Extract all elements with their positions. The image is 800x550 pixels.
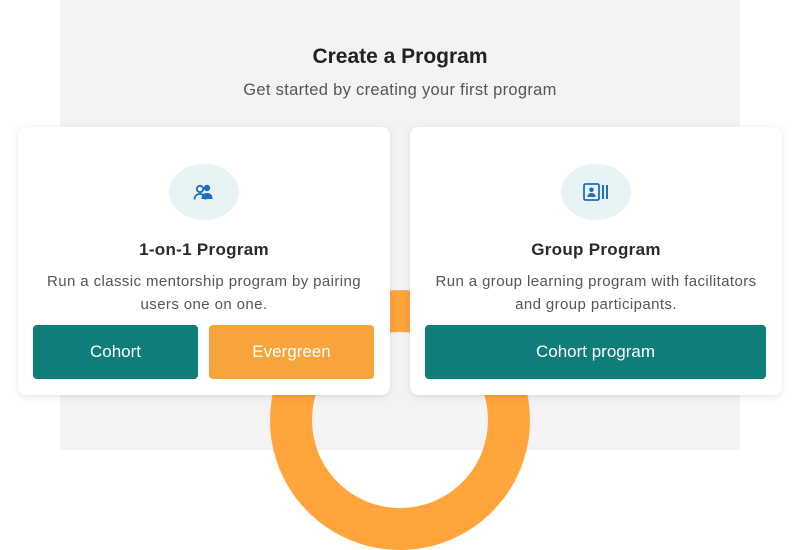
cohort-program-button[interactable]: Cohort program bbox=[425, 325, 766, 379]
users-icon bbox=[169, 164, 239, 220]
page-title: Create a Program bbox=[312, 45, 488, 68]
card-title: Group Program bbox=[531, 240, 661, 259]
card-description: Run a classic mentorship program by pair… bbox=[47, 273, 361, 313]
page-subtitle: Get started by creating your first progr… bbox=[243, 81, 557, 99]
group-program-card: Group Program Run a group learning progr… bbox=[410, 127, 782, 395]
evergreen-button[interactable]: Evergreen bbox=[209, 325, 374, 379]
cohort-button[interactable]: Cohort bbox=[33, 325, 198, 379]
card-title: 1-on-1 Program bbox=[139, 240, 269, 259]
page-header: Create a Program Get started by creating… bbox=[0, 44, 800, 100]
group-board-icon bbox=[561, 164, 631, 220]
card-description: Run a group learning program with facili… bbox=[435, 273, 757, 313]
one-on-one-program-card: 1-on-1 Program Run a classic mentorship … bbox=[18, 127, 390, 395]
